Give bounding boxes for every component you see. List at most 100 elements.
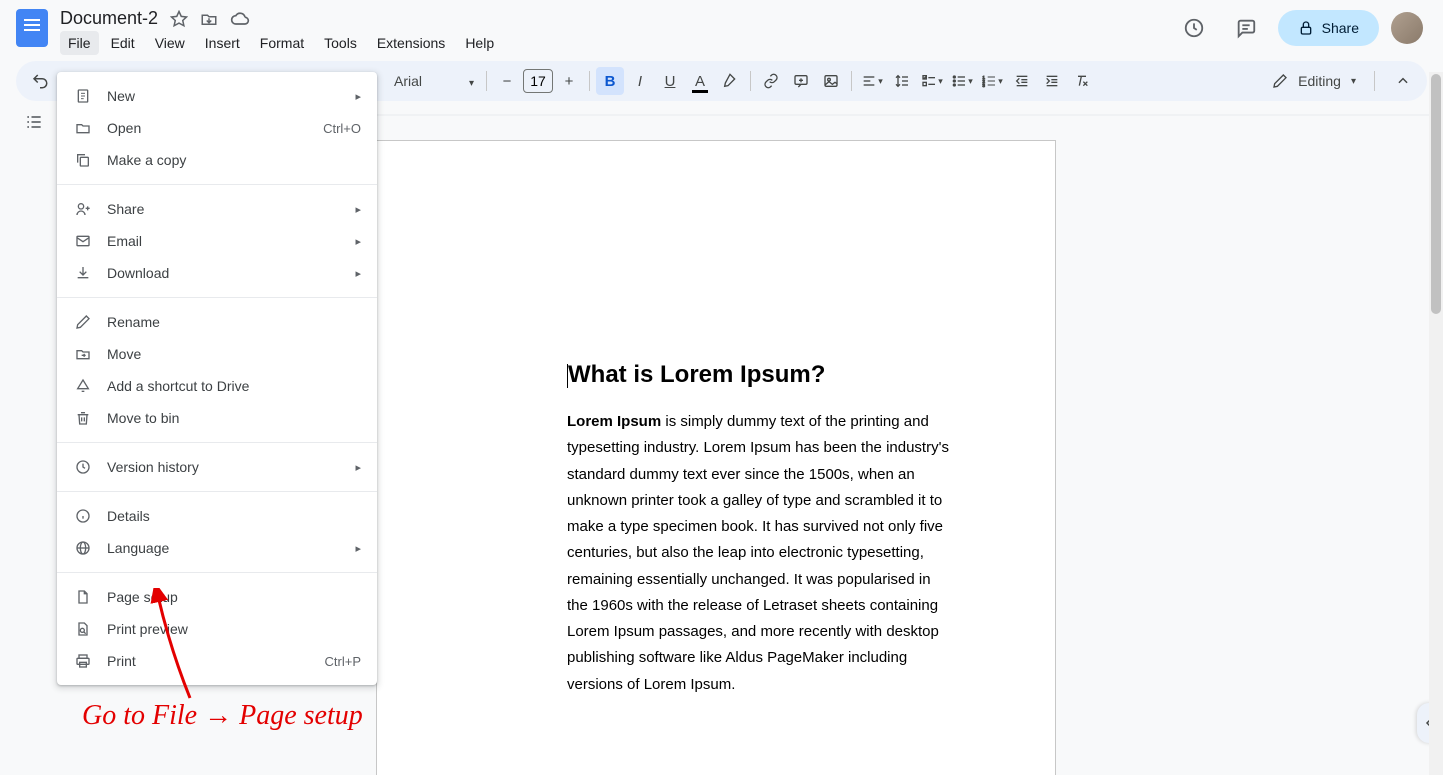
undo-button[interactable] xyxy=(26,67,54,95)
page-icon xyxy=(73,589,93,605)
line-spacing-button[interactable] xyxy=(888,67,916,95)
menu-download[interactable]: Download ▸ xyxy=(57,257,377,289)
underline-button[interactable]: U xyxy=(656,67,684,95)
editing-mode-button[interactable]: Editing ▾ xyxy=(1260,69,1368,93)
folder-open-icon xyxy=(73,120,93,136)
menu-make-copy[interactable]: Make a copy xyxy=(57,144,377,176)
globe-icon xyxy=(73,540,93,556)
italic-button[interactable]: I xyxy=(626,67,654,95)
download-icon xyxy=(73,265,93,281)
menu-separator xyxy=(57,184,377,185)
checklist-button[interactable]: ▾ xyxy=(918,67,946,95)
menu-share[interactable]: Share ▸ xyxy=(57,193,377,225)
chevron-right-icon: ▸ xyxy=(355,203,361,216)
insert-image-button[interactable] xyxy=(817,67,845,95)
collapse-toolbar-button[interactable] xyxy=(1389,67,1417,95)
rename-icon xyxy=(73,314,93,330)
menu-move[interactable]: Move xyxy=(57,338,377,370)
font-size-input[interactable] xyxy=(523,69,553,93)
file-menu-dropdown: New ▸ Open Ctrl+O Make a copy Share ▸ Em… xyxy=(57,72,377,685)
svg-text:3: 3 xyxy=(983,83,986,88)
highlight-button[interactable] xyxy=(716,67,744,95)
text-color-button[interactable]: A xyxy=(686,67,714,95)
history-icon[interactable] xyxy=(1174,8,1214,48)
comments-icon[interactable] xyxy=(1226,8,1266,48)
menu-print[interactable]: Print Ctrl+P xyxy=(57,645,377,677)
menu-extensions[interactable]: Extensions xyxy=(369,31,453,55)
scrollbar-thumb[interactable] xyxy=(1431,74,1441,314)
menu-help[interactable]: Help xyxy=(457,31,502,55)
header: Document-2 File Edit View Insert Format … xyxy=(0,0,1443,55)
copy-icon xyxy=(73,152,93,168)
insert-link-button[interactable] xyxy=(757,67,785,95)
chevron-right-icon: ▸ xyxy=(355,461,361,474)
chevron-right-icon: ▸ xyxy=(355,267,361,280)
increase-font-button[interactable]: + xyxy=(555,67,583,95)
share-button[interactable]: Share xyxy=(1278,10,1379,46)
font-name: Arial xyxy=(394,73,422,89)
chevron-right-icon: ▸ xyxy=(355,542,361,555)
add-comment-button[interactable] xyxy=(787,67,815,95)
bullet-list-button[interactable]: ▾ xyxy=(948,67,976,95)
menu-separator xyxy=(57,572,377,573)
docs-logo[interactable] xyxy=(12,8,52,48)
trash-icon xyxy=(73,410,93,426)
menu-separator xyxy=(57,442,377,443)
menu-move-to-bin[interactable]: Move to bin xyxy=(57,402,377,434)
print-icon xyxy=(73,653,93,669)
menu-print-preview[interactable]: Print preview xyxy=(57,613,377,645)
menu-view[interactable]: View xyxy=(147,31,193,55)
document-title[interactable]: Document-2 xyxy=(60,8,158,29)
pencil-icon xyxy=(1272,73,1288,89)
star-icon[interactable] xyxy=(170,10,188,28)
menu-page-setup[interactable]: Page setup xyxy=(57,581,377,613)
increase-indent-button[interactable] xyxy=(1038,67,1066,95)
document-heading[interactable]: What is Lorem Ipsum? xyxy=(567,361,955,389)
lock-icon xyxy=(1298,20,1314,36)
move-icon[interactable] xyxy=(200,10,218,28)
docs-icon xyxy=(16,9,48,47)
doc-icon xyxy=(73,88,93,104)
document-body[interactable]: Lorem Ipsum is simply dummy text of the … xyxy=(567,409,955,698)
header-right: Share xyxy=(1174,8,1431,48)
menu-separator xyxy=(57,297,377,298)
vertical-scrollbar[interactable] xyxy=(1429,72,1443,775)
font-size-control: − + xyxy=(493,67,583,95)
share-label: Share xyxy=(1322,20,1359,36)
chevron-right-icon: ▸ xyxy=(355,235,361,248)
editing-label: Editing xyxy=(1298,73,1341,89)
title-area: Document-2 File Edit View Insert Format … xyxy=(60,8,1174,55)
menu-tools[interactable]: Tools xyxy=(316,31,365,55)
menu-bar: File Edit View Insert Format Tools Exten… xyxy=(60,31,1174,55)
align-button[interactable]: ▾ xyxy=(858,67,886,95)
decrease-font-button[interactable]: − xyxy=(493,67,521,95)
menu-separator xyxy=(57,491,377,492)
clear-format-button[interactable] xyxy=(1068,67,1096,95)
menu-open[interactable]: Open Ctrl+O xyxy=(57,112,377,144)
menu-add-shortcut[interactable]: Add a shortcut to Drive xyxy=(57,370,377,402)
decrease-indent-button[interactable] xyxy=(1008,67,1036,95)
menu-edit[interactable]: Edit xyxy=(103,31,143,55)
folder-move-icon xyxy=(73,346,93,362)
email-icon xyxy=(73,233,93,249)
menu-language[interactable]: Language ▸ xyxy=(57,532,377,564)
drive-shortcut-icon xyxy=(73,378,93,394)
outline-toggle-button[interactable] xyxy=(16,107,52,137)
document-page[interactable]: What is Lorem Ipsum? Lorem Ipsum is simp… xyxy=(376,140,1056,775)
menu-email[interactable]: Email ▸ xyxy=(57,225,377,257)
font-select[interactable]: Arial xyxy=(388,69,480,93)
menu-file[interactable]: File xyxy=(60,31,99,55)
chevron-right-icon: ▸ xyxy=(355,90,361,103)
menu-rename[interactable]: Rename xyxy=(57,306,377,338)
bold-button[interactable]: B xyxy=(596,67,624,95)
menu-details[interactable]: Details xyxy=(57,500,377,532)
avatar[interactable] xyxy=(1391,12,1423,44)
menu-format[interactable]: Format xyxy=(252,31,312,55)
menu-insert[interactable]: Insert xyxy=(197,31,248,55)
numbered-list-button[interactable]: 123▾ xyxy=(978,67,1006,95)
menu-version-history[interactable]: Version history ▸ xyxy=(57,451,377,483)
menu-new[interactable]: New ▸ xyxy=(57,80,377,112)
preview-icon xyxy=(73,621,93,637)
person-add-icon xyxy=(73,201,93,217)
cloud-status-icon[interactable] xyxy=(230,9,250,29)
